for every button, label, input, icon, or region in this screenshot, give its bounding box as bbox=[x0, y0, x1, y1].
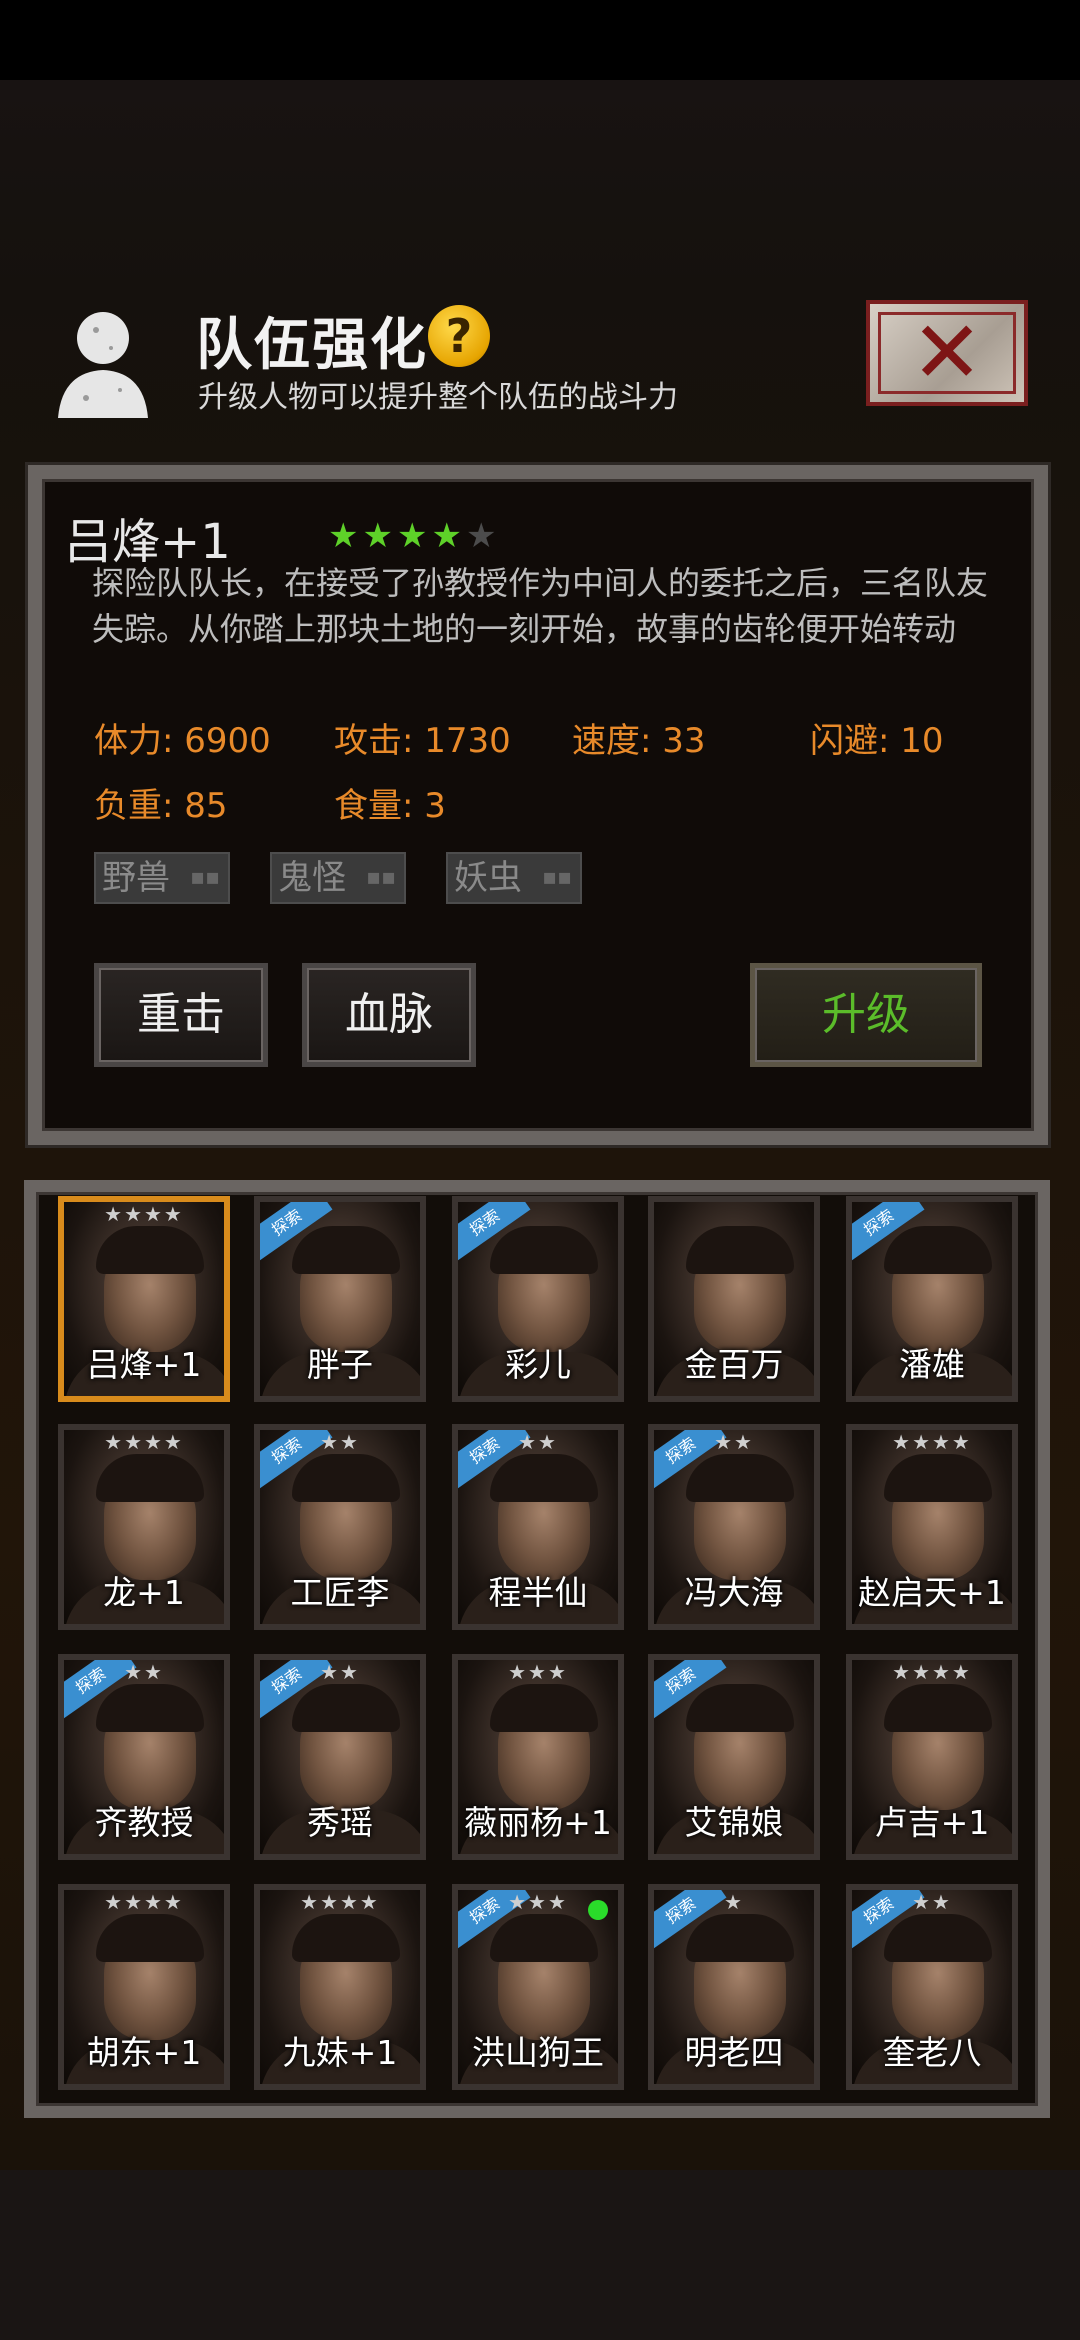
page-subtitle: 升级人物可以提升整个队伍的战斗力 bbox=[198, 380, 678, 415]
page-title: 队伍强化 bbox=[196, 313, 428, 378]
character-card-label: 金百万 bbox=[684, 1345, 784, 1384]
character-card-label: 明老四 bbox=[684, 2033, 784, 2072]
card-star-rating: ★★★★ bbox=[892, 1660, 972, 1684]
upgrade-button[interactable]: 升级 bbox=[750, 963, 982, 1067]
character-card[interactable]: ★★★★ 卢吉+1 bbox=[846, 1654, 1018, 1860]
character-card[interactable]: 探索 ★★ 冯大海 bbox=[648, 1424, 820, 1630]
card-star-rating: ★★★★ bbox=[104, 1202, 184, 1226]
status-bar bbox=[0, 0, 1080, 80]
character-card[interactable]: 探索 ★★ 齐教授 bbox=[58, 1654, 230, 1860]
star-filled-icon: ★ bbox=[328, 516, 359, 556]
character-card-label: 胖子 bbox=[307, 1345, 373, 1384]
trait-tag-ghost: 鬼怪 ▪▪ bbox=[270, 852, 406, 904]
character-card-label: 卢吉+1 bbox=[874, 1803, 990, 1842]
close-icon: ✕ bbox=[910, 303, 984, 403]
trait-tag-insect: 妖虫 ▪▪ bbox=[446, 852, 582, 904]
character-card[interactable]: 探索 潘雄 bbox=[846, 1196, 1018, 1402]
navigation-bar bbox=[0, 2170, 1080, 2340]
stat-speed: 速度: 33 bbox=[572, 721, 706, 761]
card-star-rating: ★★ bbox=[912, 1890, 952, 1914]
character-card-label: 工匠李 bbox=[290, 1573, 390, 1612]
character-star-rating: ★ ★ ★ ★ ★ bbox=[328, 516, 496, 556]
character-card[interactable]: 探索 彩儿 bbox=[452, 1196, 624, 1402]
card-star-rating: ★★★★ bbox=[104, 1430, 184, 1454]
card-star-rating: ★★ bbox=[714, 1430, 754, 1454]
character-card[interactable]: 探索 胖子 bbox=[254, 1196, 426, 1402]
character-card-label: 龙+1 bbox=[103, 1573, 185, 1612]
star-filled-icon: ★ bbox=[396, 516, 428, 556]
trait-tag-label: 野兽 bbox=[102, 858, 170, 898]
character-card-label: 彩儿 bbox=[505, 1345, 571, 1384]
trait-tag-label: 妖虫 bbox=[454, 858, 522, 898]
character-card[interactable]: ★★★★ 胡东+1 bbox=[58, 1884, 230, 2090]
stat-attack: 攻击: 1730 bbox=[334, 721, 511, 761]
character-card-label: 九妹+1 bbox=[282, 2033, 398, 2072]
help-icon[interactable]: ? bbox=[428, 305, 490, 367]
player-avatar-icon[interactable] bbox=[48, 300, 158, 420]
character-card-label: 冯大海 bbox=[684, 1573, 784, 1612]
skill-heavy-strike-button[interactable]: 重击 bbox=[94, 963, 268, 1067]
close-button[interactable]: ✕ bbox=[866, 300, 1028, 406]
stat-hp: 体力: 6900 bbox=[94, 721, 271, 761]
card-star-rating: ★★ bbox=[320, 1660, 360, 1684]
stat-load: 负重: 85 bbox=[94, 786, 228, 826]
character-card-label: 赵启天+1 bbox=[858, 1573, 1006, 1612]
star-filled-icon: ★ bbox=[431, 516, 462, 556]
card-star-rating: ★★★★ bbox=[104, 1890, 184, 1914]
card-star-rating: ★★★ bbox=[508, 1660, 568, 1684]
character-card[interactable]: ★★★★ 龙+1 bbox=[58, 1424, 230, 1630]
stat-food: 食量: 3 bbox=[334, 786, 446, 826]
character-card[interactable]: ★★★★ 吕烽+1 bbox=[58, 1196, 230, 1402]
character-card[interactable]: ★★★★ 赵启天+1 bbox=[846, 1424, 1018, 1630]
stat-dodge: 闪避: 10 bbox=[810, 721, 944, 761]
trait-tag-dots: ▪▪ bbox=[542, 865, 572, 890]
character-card-label: 薇丽杨+1 bbox=[464, 1803, 612, 1842]
trait-tag-dots: ▪▪ bbox=[366, 865, 396, 890]
card-star-rating: ★★ bbox=[320, 1430, 360, 1454]
character-description: 探险队队长，在接受了孙教授作为中间人的委托之后，三名队友失踪。从你踏上那块土地的… bbox=[92, 564, 989, 648]
character-card[interactable]: 探索 ★★★ 洪山狗王 bbox=[452, 1884, 624, 2090]
character-card-label: 程半仙 bbox=[488, 1573, 588, 1612]
character-card-label: 秀瑶 bbox=[307, 1803, 373, 1842]
card-star-rating: ★★★★ bbox=[300, 1890, 380, 1914]
character-card[interactable]: 探索 ★★ 奎老八 bbox=[846, 1884, 1018, 2090]
character-card-label: 胡东+1 bbox=[86, 2033, 202, 2072]
character-card[interactable]: 探索 ★ 明老四 bbox=[648, 1884, 820, 2090]
character-card-label: 奎老八 bbox=[882, 2033, 982, 2072]
online-indicator-icon bbox=[588, 1900, 608, 1920]
star-filled-icon: ★ bbox=[362, 516, 393, 556]
card-star-rating: ★★ bbox=[518, 1430, 558, 1454]
character-card-label: 吕烽+1 bbox=[86, 1345, 202, 1384]
character-card-label: 潘雄 bbox=[899, 1345, 965, 1384]
trait-tag-beast: 野兽 ▪▪ bbox=[94, 852, 230, 904]
character-card[interactable]: 金百万 bbox=[648, 1196, 820, 1402]
character-card-label: 齐教授 bbox=[94, 1803, 194, 1842]
skill-bloodline-button[interactable]: 血脉 bbox=[302, 963, 476, 1067]
character-card[interactable]: 探索 艾锦娘 bbox=[648, 1654, 820, 1860]
character-card-label: 洪山狗王 bbox=[472, 2033, 604, 2072]
star-empty-icon: ★ bbox=[465, 516, 497, 556]
character-card[interactable]: 探索 ★★ 程半仙 bbox=[452, 1424, 624, 1630]
character-card[interactable]: 探索 ★★ 工匠李 bbox=[254, 1424, 426, 1630]
card-star-rating: ★★★★ bbox=[892, 1430, 972, 1454]
character-card[interactable]: ★★★★ 九妹+1 bbox=[254, 1884, 426, 2090]
character-card[interactable]: ★★★ 薇丽杨+1 bbox=[452, 1654, 624, 1860]
character-card[interactable]: 探索 ★★ 秀瑶 bbox=[254, 1654, 426, 1860]
trait-tag-dots: ▪▪ bbox=[190, 865, 220, 890]
card-star-rating: ★★ bbox=[124, 1660, 164, 1684]
trait-tag-label: 鬼怪 bbox=[278, 858, 346, 898]
card-star-rating: ★ bbox=[724, 1890, 744, 1914]
character-card-label: 艾锦娘 bbox=[684, 1803, 784, 1842]
